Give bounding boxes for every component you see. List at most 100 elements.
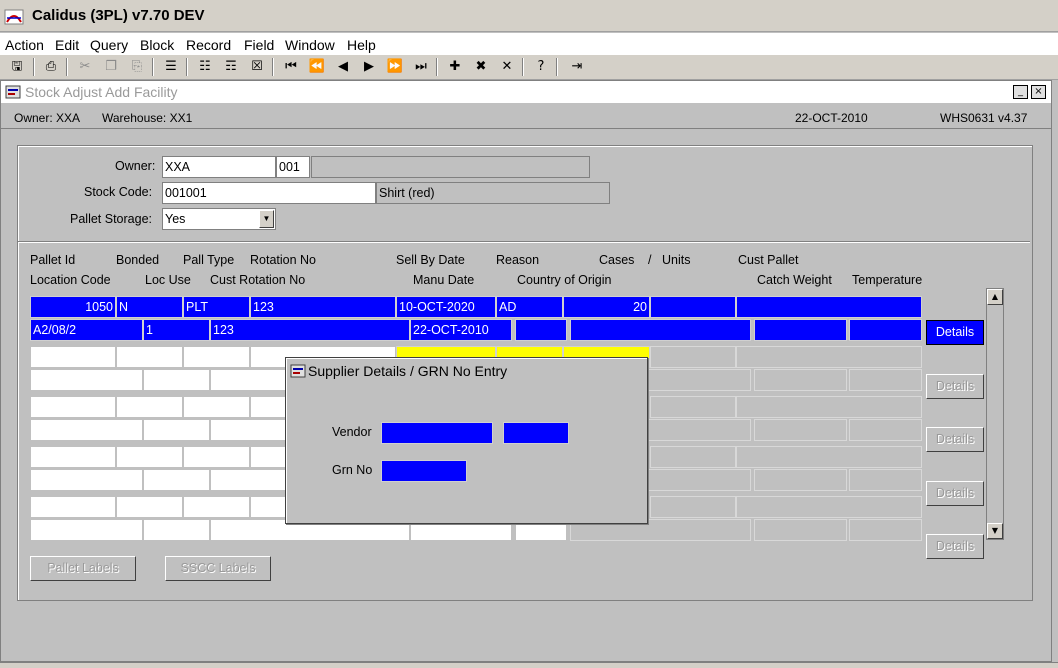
- location-code-field[interactable]: [30, 419, 143, 441]
- cust-pallet-field[interactable]: [736, 396, 922, 418]
- minimize-button[interactable]: _: [1013, 85, 1028, 99]
- execute-query-icon[interactable]: ☶: [222, 58, 240, 76]
- cancel-query-icon[interactable]: ☒: [248, 58, 266, 76]
- location-code-field[interactable]: [30, 469, 143, 491]
- pallet-id-field[interactable]: [30, 346, 116, 368]
- temperature-field[interactable]: [849, 369, 922, 391]
- pallet-id-field[interactable]: 1050: [30, 296, 116, 318]
- details-button[interactable]: Details: [926, 320, 984, 345]
- catch-weight-field[interactable]: [754, 319, 847, 341]
- country-name-field[interactable]: [570, 319, 751, 341]
- manu-date-field[interactable]: 22-OCT-2010: [410, 319, 512, 341]
- details-button[interactable]: Details: [926, 374, 984, 399]
- next-set-icon[interactable]: ⏩: [386, 58, 404, 76]
- units-field[interactable]: [650, 346, 736, 368]
- grn-field[interactable]: [381, 460, 467, 482]
- previous-set-icon[interactable]: ⏪: [308, 58, 326, 76]
- pall-type-field[interactable]: [183, 396, 250, 418]
- temperature-field[interactable]: [849, 319, 922, 341]
- cust-pallet-field[interactable]: [736, 496, 922, 518]
- bonded-field[interactable]: [116, 346, 183, 368]
- previous-record-icon[interactable]: ◀: [334, 58, 352, 76]
- details-button[interactable]: Details: [926, 427, 984, 452]
- vendor-field[interactable]: [381, 422, 493, 444]
- bonded-field[interactable]: N: [116, 296, 183, 318]
- menu-help[interactable]: Help: [347, 37, 376, 53]
- menu-query[interactable]: Query: [90, 37, 128, 53]
- cust-pallet-field[interactable]: [736, 346, 922, 368]
- query-icon[interactable]: ☷: [196, 58, 214, 76]
- list-icon[interactable]: ☰: [162, 58, 180, 76]
- location-code-field[interactable]: [30, 519, 143, 541]
- vendor-suffix-field[interactable]: [503, 422, 569, 444]
- delete-record-icon[interactable]: ✖: [472, 58, 490, 76]
- sell-by-date-field[interactable]: 10-OCT-2020: [396, 296, 496, 318]
- pall-type-field[interactable]: [183, 496, 250, 518]
- first-record-icon[interactable]: ⏮: [282, 58, 300, 76]
- menu-field[interactable]: Field: [244, 37, 274, 53]
- help-icon[interactable]: ?: [532, 58, 550, 76]
- loc-use-field[interactable]: 1: [143, 319, 210, 341]
- bonded-field[interactable]: [116, 446, 183, 468]
- reason-field[interactable]: AD: [496, 296, 563, 318]
- bonded-field[interactable]: [116, 496, 183, 518]
- rotation-no-field[interactable]: 123: [250, 296, 396, 318]
- menu-block[interactable]: Block: [140, 37, 174, 53]
- catch-weight-field[interactable]: [754, 419, 847, 441]
- next-record-icon[interactable]: ▶: [360, 58, 378, 76]
- units-field[interactable]: [650, 446, 736, 468]
- loc-use-field[interactable]: [143, 369, 210, 391]
- close-button[interactable]: ×: [1031, 85, 1046, 99]
- print-icon[interactable]: ⎙: [42, 58, 60, 76]
- stock-code-field[interactable]: 001001: [162, 182, 376, 204]
- save-icon[interactable]: 🖫: [8, 58, 26, 76]
- pall-type-field[interactable]: PLT: [183, 296, 250, 318]
- units-field[interactable]: [650, 496, 736, 518]
- location-code-field[interactable]: [30, 369, 143, 391]
- scroll-down-icon[interactable]: ▼: [987, 523, 1003, 539]
- menu-record[interactable]: Record: [186, 37, 231, 53]
- loc-use-field[interactable]: [143, 469, 210, 491]
- bonded-field[interactable]: [116, 396, 183, 418]
- cases-field[interactable]: 20: [563, 296, 650, 318]
- pall-type-field[interactable]: [183, 446, 250, 468]
- menu-action[interactable]: Action: [5, 37, 44, 53]
- copy-icon[interactable]: ❐: [102, 58, 120, 76]
- temperature-field[interactable]: [849, 519, 922, 541]
- country-code-field[interactable]: [515, 319, 567, 341]
- pallet-storage-select[interactable]: Yes ▼: [162, 208, 276, 230]
- cust-pallet-field[interactable]: [736, 446, 922, 468]
- sscc-labels-button[interactable]: SSCC Labels: [165, 556, 271, 581]
- cust-pallet-field[interactable]: [736, 296, 922, 318]
- clear-record-icon[interactable]: ✕: [498, 58, 516, 76]
- paste-icon[interactable]: ⎘: [128, 58, 146, 76]
- pallet-id-field[interactable]: [30, 396, 116, 418]
- temperature-field[interactable]: [849, 469, 922, 491]
- owner-number-field[interactable]: 001: [276, 156, 310, 178]
- catch-weight-field[interactable]: [754, 519, 847, 541]
- location-code-field[interactable]: A2/08/2: [30, 319, 143, 341]
- cut-icon[interactable]: ✂: [76, 58, 94, 76]
- loc-use-field[interactable]: [143, 419, 210, 441]
- loc-use-field[interactable]: [143, 519, 210, 541]
- pall-type-field[interactable]: [183, 346, 250, 368]
- insert-record-icon[interactable]: ✚: [446, 58, 464, 76]
- menu-edit[interactable]: Edit: [55, 37, 79, 53]
- catch-weight-field[interactable]: [754, 469, 847, 491]
- records-scrollbar[interactable]: ▲ ▼: [986, 288, 1004, 540]
- exit-icon[interactable]: ⇥: [568, 58, 586, 76]
- pallet-id-field[interactable]: [30, 496, 116, 518]
- details-button[interactable]: Details: [926, 481, 984, 506]
- units-field[interactable]: [650, 296, 736, 318]
- chevron-down-icon[interactable]: ▼: [259, 210, 274, 228]
- units-field[interactable]: [650, 396, 736, 418]
- menu-window[interactable]: Window: [285, 37, 335, 53]
- owner-code-field[interactable]: XXA: [162, 156, 276, 178]
- pallet-id-field[interactable]: [30, 446, 116, 468]
- details-button[interactable]: Details: [926, 534, 984, 559]
- pallet-labels-button[interactable]: Pallet Labels: [30, 556, 136, 581]
- temperature-field[interactable]: [849, 419, 922, 441]
- scroll-up-icon[interactable]: ▲: [987, 289, 1003, 305]
- catch-weight-field[interactable]: [754, 369, 847, 391]
- last-record-icon[interactable]: ⏭: [412, 58, 430, 76]
